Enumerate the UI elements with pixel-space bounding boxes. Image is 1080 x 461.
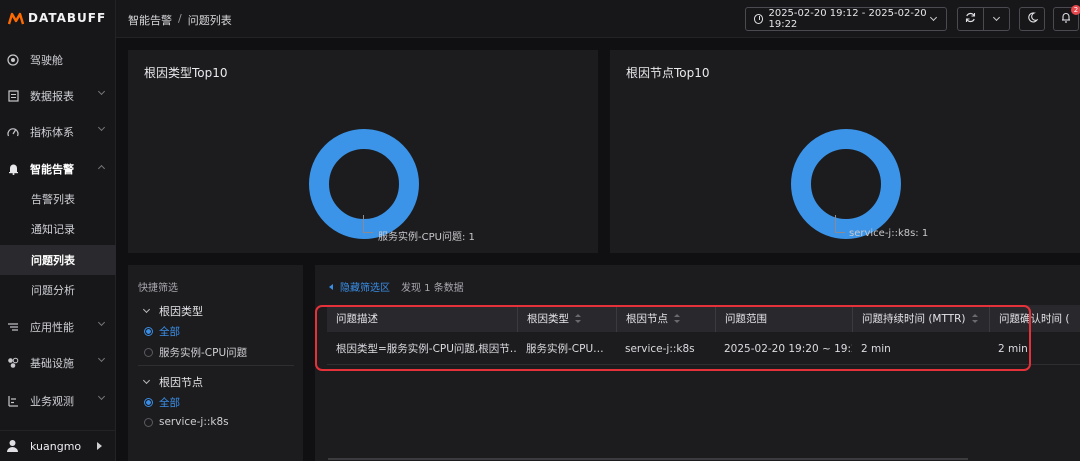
horizontal-scrollbar[interactable] [328, 458, 968, 460]
chevron-down-icon [992, 13, 1001, 22]
chevron-down-icon [97, 87, 106, 96]
breadcrumb-parent[interactable]: 智能告警 [128, 12, 172, 28]
logo-text: DATABUFF [28, 11, 107, 25]
sidebar-item-label: 智能告警 [30, 163, 74, 176]
root-node-chart-panel: 根因节点Top10 service-j::k8s: 1 [610, 50, 1080, 253]
refresh-icon [965, 12, 976, 26]
divider [138, 365, 294, 366]
chevron-up-icon [97, 164, 106, 173]
filter-option-all[interactable]: 全部 [144, 395, 180, 410]
radio-icon [144, 348, 153, 357]
chevron-down-icon [142, 305, 151, 314]
sidebar-item-reports[interactable]: 数据报表 [0, 81, 116, 111]
metric-icon [6, 125, 20, 139]
cockpit-icon [6, 53, 20, 67]
filter-group-label: 根因节点 [159, 376, 203, 389]
sidebar-item-label: 基础设施 [30, 357, 74, 370]
sidebar-item-label: 业务观测 [30, 395, 74, 408]
filter-option-all[interactable]: 全部 [144, 324, 180, 339]
sidebar-subitem-notify-records[interactable]: 通知记录 [0, 214, 116, 244]
quick-filter-panel: 快捷筛选 根因类型 全部 服务实例-CPU问题 根因节点 全部 service-… [128, 265, 303, 461]
user-name: kuangmo [30, 439, 82, 453]
sidebar-subitem-problem-list[interactable]: 问题列表 [0, 245, 116, 275]
root-node-donut-chart [791, 129, 901, 239]
sidebar-subitem-problem-analysis[interactable]: 问题分析 [0, 275, 116, 305]
filter-option-label: 服务实例-CPU问题 [159, 347, 248, 359]
sidebar-item-metrics[interactable]: 指标体系 [0, 117, 116, 147]
breadcrumb-separator: / [178, 12, 182, 25]
moon-icon [1027, 12, 1039, 26]
radio-selected-icon [144, 398, 153, 407]
sidebar-item-label: 驾驶舱 [30, 54, 63, 67]
chevron-down-icon [97, 123, 106, 132]
chevron-down-icon [97, 318, 106, 327]
bell-icon [1061, 12, 1071, 26]
hide-filter-toggle[interactable]: 隐藏筛选区 [329, 279, 390, 294]
filter-group-root-type[interactable]: 根因类型 [142, 303, 203, 319]
root-type-chart-panel: 根因类型Top10 服务实例-CPU问题: 1 [128, 50, 598, 253]
databuff-logo-icon [7, 11, 25, 25]
notification-badge: 2 [1071, 5, 1080, 15]
breadcrumb: 智能告警 / 问题列表 [128, 12, 232, 28]
sidebar-item-label: 应用性能 [30, 321, 74, 334]
filter-option-label: service-j::k8s [159, 416, 229, 428]
sidebar-item-cockpit[interactable]: 驾驶舱 [0, 45, 116, 75]
bell-icon [6, 162, 20, 176]
time-range-value: 2025-02-20 19:12 - 2025-02-20 19:22 [768, 8, 927, 30]
sidebar-item-business[interactable]: 业务观测 [0, 386, 116, 416]
donut-label: service-j::k8s: 1 [849, 228, 929, 239]
sidebar-subitem-alert-list[interactable]: 告警列表 [0, 184, 116, 214]
filter-group-label: 根因类型 [159, 305, 203, 318]
highlight-annotation-box [315, 305, 1031, 371]
filter-option-label: 全部 [159, 397, 180, 409]
radio-selected-icon [144, 327, 153, 336]
theme-toggle-button[interactable] [1019, 7, 1045, 31]
filter-option-label: 全部 [159, 326, 180, 338]
breadcrumb-current: 问题列表 [187, 14, 232, 27]
sidebar-item-apm[interactable]: 应用性能 [0, 312, 116, 342]
filter-title: 快捷筛选 [138, 283, 178, 294]
sidebar-item-label: 数据报表 [30, 90, 74, 103]
time-range-picker[interactable]: 2025-02-20 19:12 - 2025-02-20 19:22 [745, 7, 947, 31]
notification-button[interactable]: 2 [1053, 5, 1080, 31]
refresh-interval-dropdown[interactable] [983, 7, 1010, 31]
chevron-down-icon [97, 392, 106, 401]
caret-left-icon [329, 283, 333, 290]
logo[interactable]: DATABUFF [0, 0, 115, 36]
infra-icon [6, 356, 20, 370]
refresh-button[interactable] [957, 7, 984, 31]
chevron-down-icon [142, 376, 151, 385]
user-icon [6, 439, 20, 453]
result-count: 发现 1 条数据 [401, 283, 464, 294]
sidebar-item-label: 指标体系 [30, 126, 74, 139]
clock-icon [754, 14, 764, 24]
filter-group-root-node[interactable]: 根因节点 [142, 374, 203, 390]
sidebar-item-infra[interactable]: 基础设施 [0, 348, 116, 378]
user-menu[interactable]: kuangmo [0, 430, 116, 461]
donut-label: 服务实例-CPU问题: 1 [378, 232, 475, 243]
business-icon [6, 394, 20, 408]
label-leader-line [835, 215, 845, 233]
apm-icon [6, 320, 20, 334]
sidebar: DATABUFF 驾驶舱 数据报表 指标体系 智能告警 告警列表 通知记录 问题… [0, 0, 116, 461]
caret-right-icon [97, 442, 102, 450]
chart-title: 根因类型Top10 [144, 66, 228, 80]
filter-option-service-j[interactable]: service-j::k8s [144, 416, 229, 428]
donut-slice-service-j[interactable] [791, 129, 901, 239]
hide-filter-label: 隐藏筛选区 [340, 283, 390, 294]
top-header: 智能告警 / 问题列表 2025-02-20 19:12 - 2025-02-2… [116, 0, 1080, 38]
radio-icon [144, 417, 153, 427]
report-icon [6, 89, 20, 103]
sidebar-item-alerts[interactable]: 智能告警 [0, 154, 116, 184]
label-leader-line [363, 215, 373, 233]
chevron-down-icon [97, 354, 106, 363]
chart-title: 根因节点Top10 [626, 66, 710, 80]
filter-option-cpu-problem[interactable]: 服务实例-CPU问题 [144, 345, 247, 360]
